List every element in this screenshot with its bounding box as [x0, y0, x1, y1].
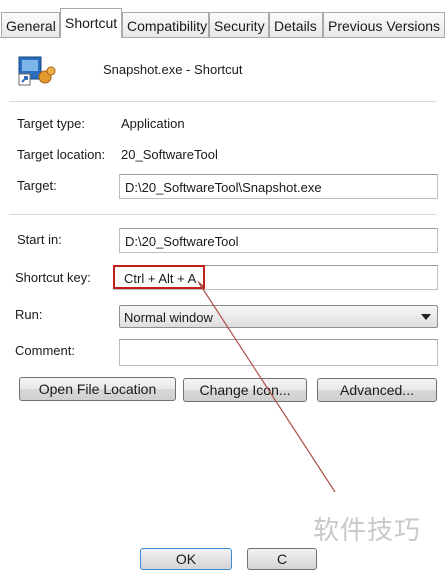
tab-shortcut[interactable]: Shortcut [60, 8, 122, 38]
ok-button[interactable]: OK [140, 548, 232, 570]
watermark-text: 软件技巧 [313, 515, 422, 545]
cancel-button[interactable]: C [247, 548, 317, 570]
annotation-arrow [197, 280, 336, 493]
tab-shortcut-label: Shortcut [65, 15, 118, 31]
